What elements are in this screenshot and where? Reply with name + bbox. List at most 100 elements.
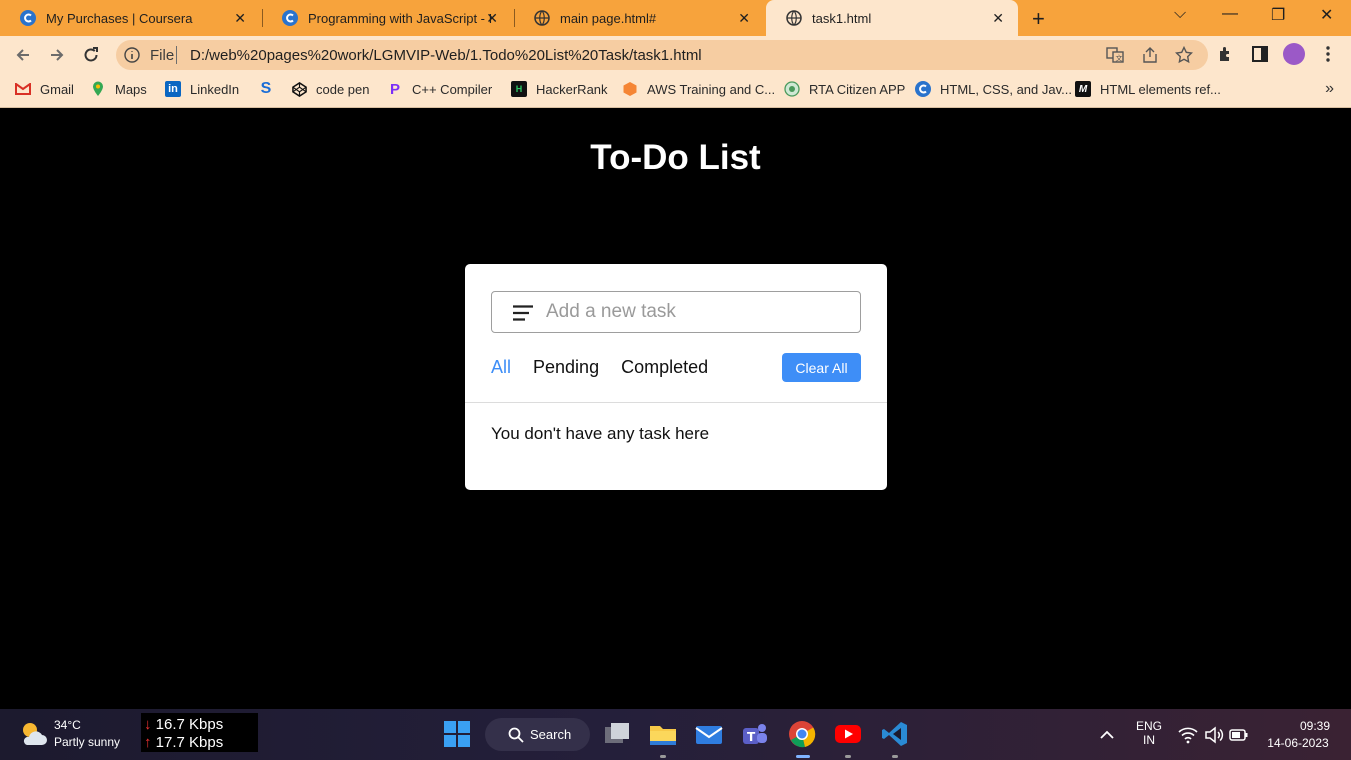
more-bookmarks-icon[interactable]: »	[1325, 80, 1334, 98]
bookmark-maps[interactable]: Maps	[90, 81, 147, 97]
address-url[interactable]: D:/web%20pages%20work/LGMVIP-Web/1.Todo%…	[190, 47, 702, 64]
bookmark-label: HTML elements ref...	[1100, 81, 1221, 97]
share-icon[interactable]	[1141, 46, 1159, 64]
language-indicator[interactable]: ENG IN	[1134, 719, 1164, 747]
filter-pending[interactable]: Pending	[533, 357, 599, 378]
bookmark-label: HTML, CSS, and Jav...	[940, 81, 1072, 97]
close-tab-icon[interactable]: ✕	[992, 10, 1004, 27]
forward-icon[interactable]	[46, 44, 68, 66]
translate-icon[interactable]: 文	[1106, 46, 1124, 64]
minimize-icon[interactable]: —	[1222, 5, 1238, 23]
search-icon	[508, 727, 524, 743]
globe-icon	[534, 10, 550, 26]
bookmark-mdn[interactable]: M HTML elements ref...	[1075, 81, 1221, 97]
windows-start-icon[interactable]	[443, 720, 471, 748]
tab-title: task1.html	[812, 10, 872, 26]
bookmark-star-icon[interactable]	[1175, 46, 1193, 64]
bookmark-aws[interactable]: AWS Training and C...	[622, 81, 775, 97]
linkedin-icon: in	[165, 81, 181, 97]
mdn-icon: M	[1075, 81, 1091, 97]
wifi-icon[interactable]	[1178, 726, 1198, 744]
compiler-icon: P	[389, 80, 400, 98]
address-bar[interactable]: File D:/web%20pages%20work/LGMVIP-Web/1.…	[116, 40, 1208, 70]
more-menu-icon[interactable]	[1319, 45, 1337, 63]
back-icon[interactable]	[12, 44, 34, 66]
bookmark-codepen[interactable]: code pen	[291, 81, 370, 97]
tab-coursera-purchases[interactable]: My Purchases | Coursera ✕	[0, 0, 260, 36]
show-hidden-icons-chevron[interactable]	[1098, 726, 1116, 744]
download-arrow-icon: ↓	[144, 716, 152, 733]
close-tab-icon[interactable]: ✕	[234, 10, 246, 27]
search-label: Search	[530, 727, 572, 742]
codepen-icon	[291, 81, 307, 97]
network-speed-widget: ↓ 16.7 Kbps ↑ 17.7 Kbps	[141, 713, 258, 752]
new-tab-icon[interactable]: +	[1032, 6, 1045, 32]
reload-icon[interactable]	[80, 44, 102, 66]
battery-icon[interactable]	[1229, 727, 1249, 743]
mail-icon[interactable]	[695, 720, 723, 748]
browser-toolbar: File D:/web%20pages%20work/LGMVIP-Web/1.…	[0, 36, 1351, 74]
keyboard-region: IN	[1143, 733, 1155, 747]
tab-task1[interactable]: task1.html ✕	[766, 0, 1018, 36]
filter-all[interactable]: All	[491, 357, 511, 378]
close-window-icon[interactable]: ✕	[1320, 5, 1333, 25]
bookmark-s[interactable]: S	[258, 80, 283, 97]
volume-icon[interactable]	[1204, 726, 1224, 744]
weather-description[interactable]: Partly sunny	[54, 735, 120, 749]
active-indicator	[796, 755, 810, 758]
coursera-icon	[282, 10, 298, 26]
bookmark-label: LinkedIn	[190, 81, 240, 97]
clock-date: 14-06-2023	[1267, 736, 1329, 750]
upload-speed: ↑ 17.7 Kbps	[144, 734, 223, 751]
windows-taskbar: 34°C Partly sunny ↓ 16.7 Kbps ↑ 17.7 Kbp…	[0, 709, 1351, 760]
menu-lines-icon	[513, 305, 533, 321]
running-indicator	[660, 755, 666, 758]
info-icon[interactable]	[124, 47, 140, 63]
tab-main-page[interactable]: main page.html# ✕	[514, 0, 764, 36]
tab-javascript-course[interactable]: Programming with JavaScript - In ✕	[262, 0, 512, 36]
svg-text:T: T	[747, 730, 756, 744]
bookmark-coursera-html[interactable]: HTML, CSS, and Jav...	[915, 81, 1072, 97]
page-title: To-Do List	[590, 138, 761, 177]
bookmark-gmail[interactable]: Gmail	[15, 81, 74, 97]
page-content: To-Do List All Pending Completed Clear A…	[0, 108, 1351, 709]
profile-avatar[interactable]	[1283, 43, 1305, 65]
tab-search-chevron-icon[interactable]: ⌵	[1174, 5, 1186, 23]
new-task-input[interactable]	[546, 292, 846, 332]
coursera-icon	[915, 81, 931, 97]
bookmark-label: C++ Compiler	[412, 81, 493, 97]
download-speed-value: 16.7 Kbps	[155, 716, 224, 733]
bookmark-cpp-compiler[interactable]: P C++ Compiler	[387, 80, 493, 98]
side-panel-icon[interactable]	[1251, 45, 1269, 63]
maps-icon	[90, 81, 106, 97]
chrome-icon[interactable]	[788, 720, 816, 748]
weather-temperature[interactable]: 34°C	[54, 718, 81, 732]
clock[interactable]: 09:39 14-06-2023	[1262, 719, 1334, 750]
hackerrank-icon: H	[511, 81, 527, 97]
tab-title: Programming with JavaScript - In	[308, 10, 493, 26]
bookmark-rta[interactable]: RTA Citizen APP	[784, 81, 905, 97]
close-tab-icon[interactable]: ✕	[486, 10, 498, 27]
s-icon: S	[260, 80, 272, 97]
bookmark-linkedin[interactable]: in LinkedIn	[165, 81, 239, 97]
taskbar-search-button[interactable]: Search	[485, 718, 590, 751]
tab-title: main page.html#	[560, 10, 657, 26]
teams-icon[interactable]: T	[741, 720, 769, 748]
partly-sunny-icon[interactable]	[18, 719, 48, 747]
bookmark-label: AWS Training and C...	[647, 81, 776, 97]
vscode-icon[interactable]	[881, 720, 909, 748]
filter-completed[interactable]: Completed	[621, 357, 708, 378]
youtube-icon[interactable]	[834, 720, 862, 748]
bookmark-hackerrank[interactable]: H HackerRank	[511, 81, 608, 97]
clear-all-button[interactable]: Clear All	[782, 353, 861, 382]
file-explorer-icon[interactable]	[649, 720, 677, 748]
address-scheme: File	[150, 47, 175, 64]
task-view-icon[interactable]	[603, 720, 631, 748]
close-tab-icon[interactable]: ✕	[738, 10, 750, 27]
clock-time: 09:39	[1299, 719, 1330, 733]
browser-tabstrip: My Purchases | Coursera ✕ Programming wi…	[0, 0, 1351, 36]
empty-task-message: You don't have any task here	[491, 424, 710, 443]
todo-card: All Pending Completed Clear All You don'…	[465, 264, 887, 490]
restore-icon[interactable]: ❐	[1271, 5, 1285, 25]
extensions-icon[interactable]	[1217, 45, 1235, 63]
